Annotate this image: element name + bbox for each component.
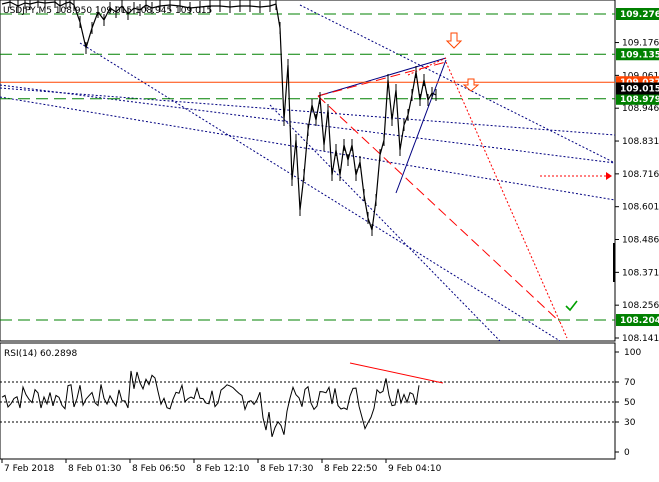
main-chart-panel[interactable]: USDJPY,M5 108.950 109.015 108.945 109.01… — [0, 0, 616, 342]
symbol-title: USDJPY,M5 108.950 109.015 108.945 109.01… — [3, 6, 212, 16]
time-label: 8 Feb 01:30 — [68, 464, 122, 474]
price-tick-label: 108.371 — [622, 268, 659, 278]
rsi-tick-label: 0 — [624, 448, 630, 458]
level-price-label: 109.276 — [620, 10, 659, 20]
rsi-panel[interactable]: RSI(14) 60.2898 — [0, 342, 616, 460]
rsi-tick-label: 30 — [624, 418, 636, 428]
level-price-label: 109.135 — [620, 50, 659, 60]
time-label: 8 Feb 17:30 — [260, 464, 314, 474]
rsi-tick-label: 70 — [624, 378, 636, 388]
price-tick-label: 109.176 — [622, 39, 659, 49]
current-price-label: 109.015 — [620, 85, 659, 95]
rsi-title: RSI(14) 60.2898 — [4, 349, 77, 359]
price-tick-label: 108.141 — [622, 334, 659, 344]
rsi-tick-label: 50 — [624, 398, 636, 408]
price-tick-label: 108.601 — [622, 203, 659, 213]
rsi-tick-label: 100 — [624, 348, 641, 358]
time-label: 8 Feb 12:10 — [196, 464, 250, 474]
level-price-label: 108.204 — [620, 316, 659, 326]
price-tick-label: 108.946 — [622, 104, 659, 114]
price-tick-label: 108.486 — [622, 236, 659, 246]
time-label: 8 Feb 22:50 — [324, 464, 378, 474]
time-axis[interactable]: 7 Feb 2018 8 Feb 01:30 8 Feb 06:50 8 Feb 12… — [1, 459, 442, 474]
price-axis[interactable]: 108.141 108.256 108.371 108.486 108.601 108.7… — [615, 8, 659, 344]
price-tick-label: 108.716 — [622, 170, 659, 180]
chart-window[interactable]: USDJPY,M5 108.950 109.015 108.945 109.01… — [0, 0, 659, 478]
level-price-label: 108.979 — [620, 95, 659, 105]
price-tick-label: 108.256 — [622, 301, 659, 311]
time-label: 7 Feb 2018 — [4, 464, 55, 474]
time-label: 8 Feb 06:50 — [132, 464, 186, 474]
price-tick-label: 108.831 — [622, 137, 659, 147]
rsi-axis[interactable]: 100 70 50 30 0 — [615, 348, 641, 458]
time-label: 9 Feb 04:10 — [388, 464, 442, 474]
